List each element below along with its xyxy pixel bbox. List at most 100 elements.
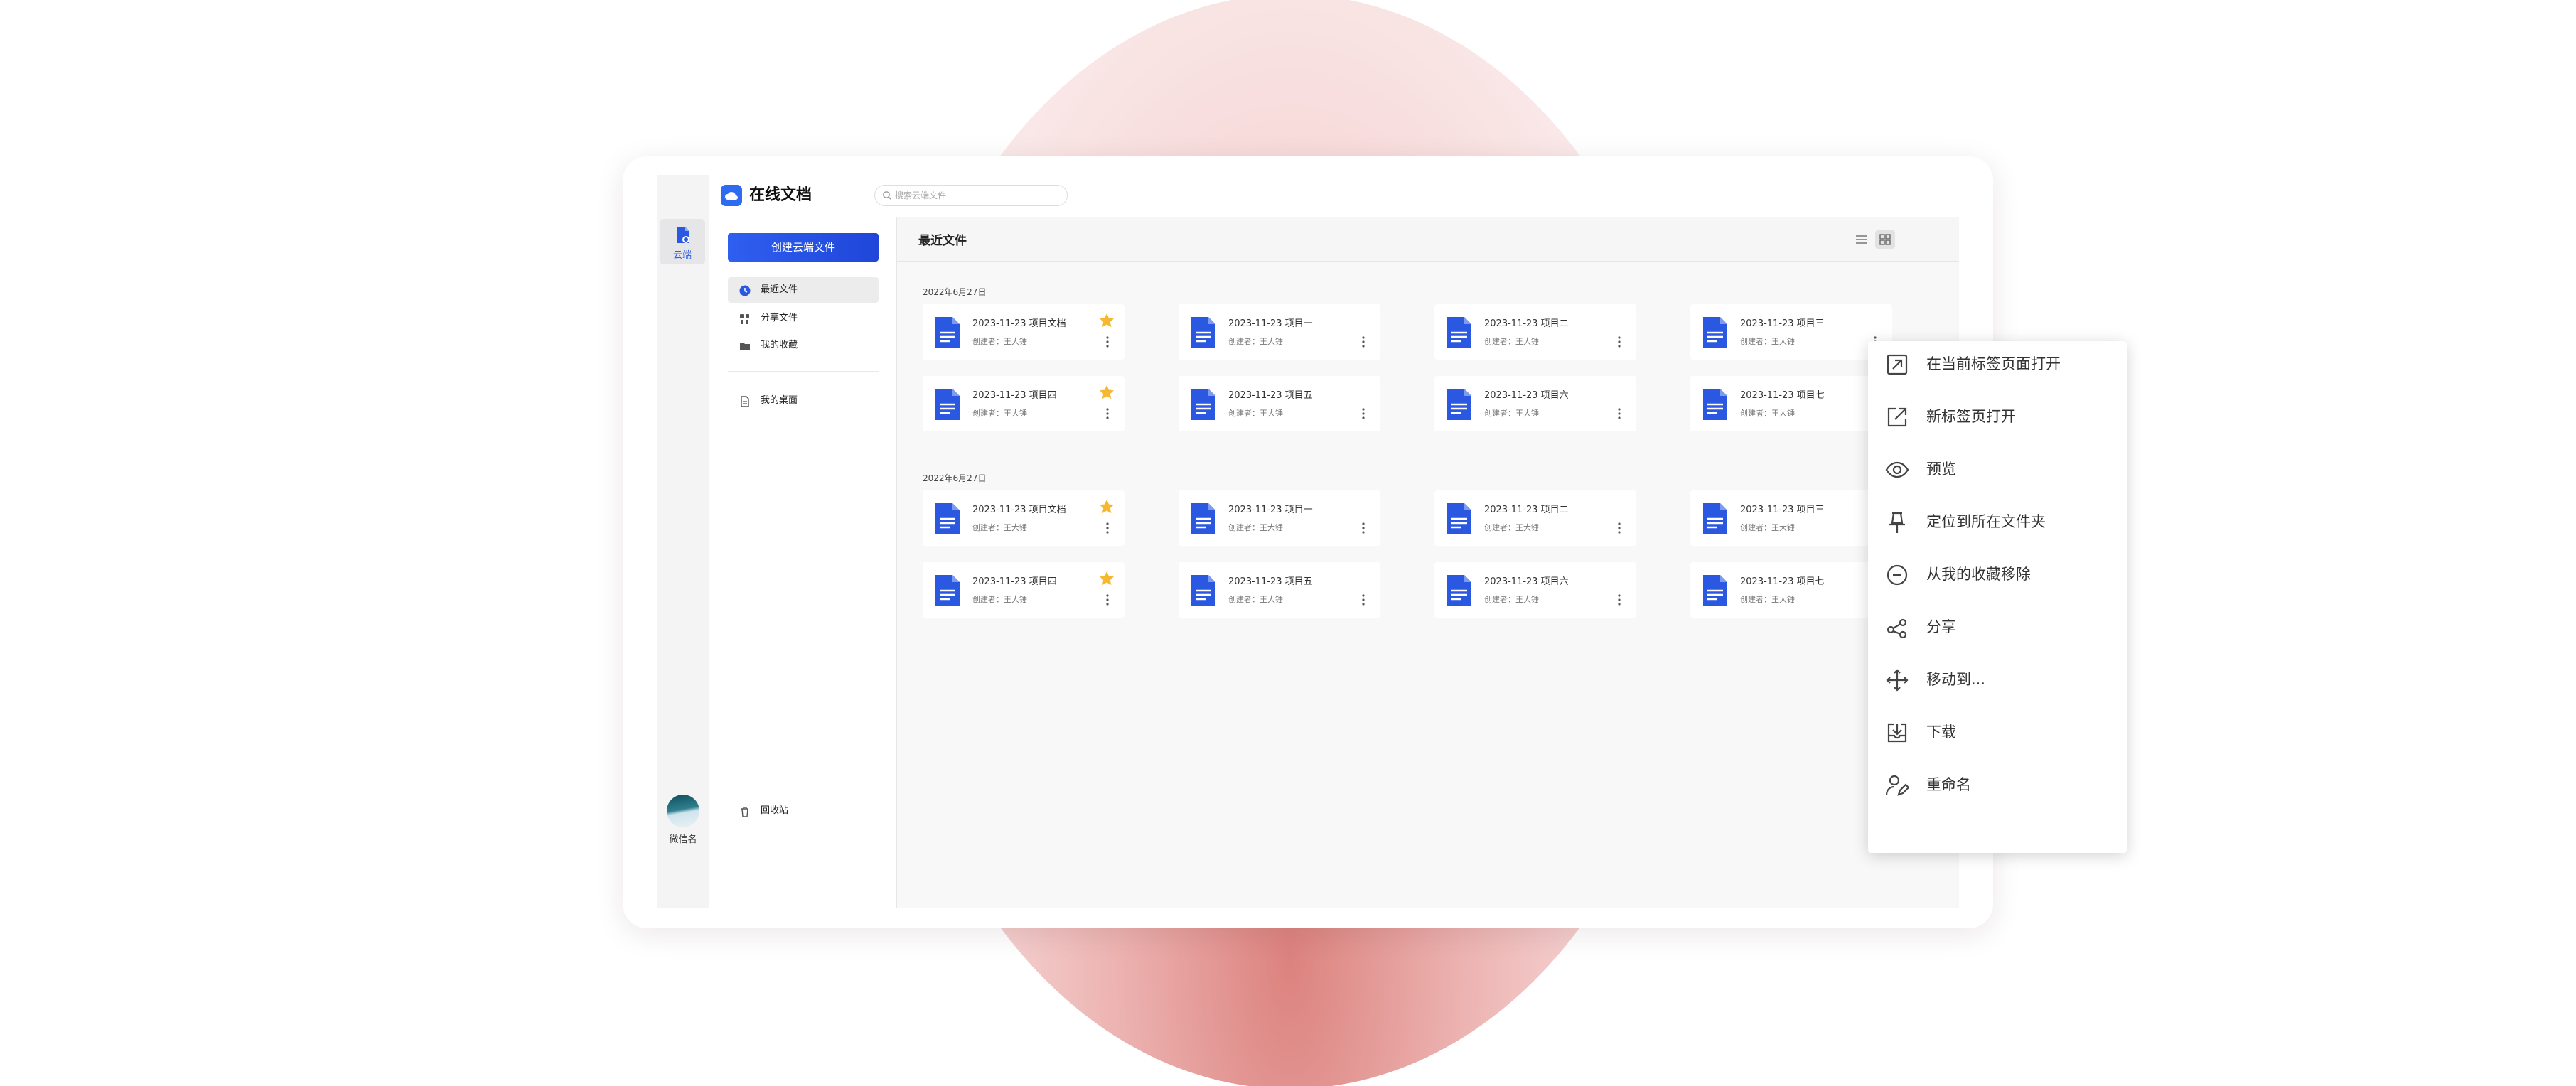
document-icon — [1191, 389, 1215, 420]
file-card[interactable]: 2023-11-23 项目文档 创建者：王大锤 — [923, 490, 1125, 546]
sidebar-item-label: 最近文件 — [761, 284, 798, 295]
file-owner: 创建者：王大锤 — [1228, 409, 1283, 418]
menu-item-preview[interactable]: 预览 — [1868, 446, 2127, 492]
app-title: 在线文档 — [749, 186, 812, 204]
more-options-icon[interactable] — [1616, 522, 1622, 534]
file-card[interactable]: 2023-11-23 项目三 创建者：王大锤 — [1690, 304, 1892, 360]
menu-item-open-new-tab[interactable]: 新标签页打开 — [1868, 394, 2127, 439]
sidebar-item-desktop[interactable]: 我的桌面 — [728, 388, 879, 414]
file-card[interactable]: 2023-11-23 项目文档 创建者：王大锤 — [923, 304, 1125, 360]
star-icon[interactable] — [1099, 313, 1115, 328]
file-card[interactable]: 2023-11-23 项目二 创建者：王大锤 — [1434, 490, 1636, 546]
sidebar-item-label: 我的桌面 — [761, 395, 798, 406]
file-name: 2023-11-23 项目四 — [972, 576, 1057, 587]
file-owner: 创建者：王大锤 — [972, 337, 1027, 346]
document-icon — [1703, 575, 1727, 606]
file-card[interactable]: 2023-11-23 项目四 创建者：王大锤 — [923, 376, 1125, 431]
file-name: 2023-11-23 项目三 — [1740, 318, 1825, 329]
document-icon — [1703, 317, 1727, 348]
menu-item-download[interactable]: 下载 — [1868, 709, 2127, 755]
file-card[interactable]: 2023-11-23 项目一 创建者：王大锤 — [1179, 304, 1380, 360]
file-owner: 创建者：王大锤 — [972, 523, 1027, 532]
sidebar-item-recent[interactable]: 最近文件 — [728, 277, 879, 303]
sidebar-item-favorites[interactable]: 我的收藏 — [728, 333, 879, 358]
document-icon — [1447, 503, 1471, 534]
search-input[interactable] — [895, 188, 1058, 203]
menu-item-label: 下载 — [1926, 724, 1956, 741]
document-icon — [1191, 317, 1215, 348]
sidebar-item-shared[interactable]: 分享文件 — [728, 306, 879, 331]
file-name: 2023-11-23 项目七 — [1740, 576, 1825, 587]
file-card[interactable]: 2023-11-23 项目七 创建者：王大锤 — [1690, 562, 1892, 618]
file-name: 2023-11-23 项目一 — [1228, 318, 1313, 329]
star-icon[interactable] — [1099, 499, 1115, 515]
file-name: 2023-11-23 项目文档 — [972, 318, 1066, 329]
people-icon — [740, 314, 749, 324]
file-owner: 创建者：王大锤 — [1484, 595, 1539, 604]
rail-nav-cloud[interactable]: 云端 — [660, 219, 705, 264]
more-options-icon[interactable] — [1105, 407, 1110, 420]
menu-item-remove-favorite[interactable]: 从我的收藏移除 — [1868, 552, 2127, 597]
sidebar-item-label: 分享文件 — [761, 313, 798, 323]
menu-item-label: 分享 — [1926, 618, 1956, 635]
more-options-icon[interactable] — [1616, 593, 1622, 606]
file-card[interactable]: 2023-11-23 项目七 创建者：王大锤 — [1690, 376, 1892, 431]
grid-view-button[interactable] — [1875, 230, 1895, 249]
file-card[interactable]: 2023-11-23 项目二 创建者：王大锤 — [1434, 304, 1636, 360]
top-bar: 在线文档 — [709, 175, 1959, 217]
menu-item-locate-folder[interactable]: 定位到所在文件夹 — [1868, 499, 2127, 544]
more-options-icon[interactable] — [1616, 407, 1622, 420]
pin-icon — [1889, 512, 1905, 533]
star-icon[interactable] — [1099, 571, 1115, 586]
trash-icon — [741, 807, 748, 817]
file-owner: 创建者：王大锤 — [972, 595, 1027, 604]
file-owner: 创建者：王大锤 — [1228, 337, 1283, 346]
sidebar-item-trash[interactable]: 回收站 — [728, 798, 879, 824]
menu-item-rename[interactable]: 重命名 — [1868, 762, 2127, 807]
file-card[interactable]: 2023-11-23 项目六 创建者：王大锤 — [1434, 562, 1636, 618]
avatar[interactable] — [667, 795, 699, 827]
file-name: 2023-11-23 项目六 — [1484, 576, 1569, 587]
file-card[interactable]: 2023-11-23 项目五 创建者：王大锤 — [1179, 562, 1380, 618]
trash-label: 回收站 — [761, 805, 789, 816]
user-name: 微信名 — [669, 834, 697, 845]
menu-item-label: 重命名 — [1926, 776, 1971, 793]
star-icon[interactable] — [1099, 385, 1115, 400]
file-name: 2023-11-23 项目四 — [972, 390, 1057, 401]
share-icon — [1887, 618, 1907, 639]
file-owner: 创建者：王大锤 — [1484, 337, 1539, 346]
file-card[interactable]: 2023-11-23 项目四 创建者：王大锤 — [923, 562, 1125, 618]
list-view-icon[interactable] — [1854, 232, 1869, 247]
menu-item-share[interactable]: 分享 — [1868, 604, 2127, 650]
rename-icon — [1885, 775, 1909, 796]
more-options-icon[interactable] — [1616, 335, 1622, 348]
menu-item-move-to[interactable]: 移动到... — [1868, 657, 2127, 702]
eye-icon — [1885, 461, 1909, 478]
menu-item-open-current-tab[interactable]: 在当前标签页面打开 — [1868, 341, 2127, 387]
create-cloud-file-button[interactable]: 创建云端文件 — [728, 233, 879, 262]
file-card[interactable]: 2023-11-23 项目一 创建者：王大锤 — [1179, 490, 1380, 546]
file-card[interactable]: 2023-11-23 项目三 创建者：王大锤 — [1690, 490, 1892, 546]
more-options-icon[interactable] — [1105, 335, 1110, 348]
grid-view-icon — [1879, 234, 1891, 245]
logo-icon — [721, 185, 742, 206]
sidebar-divider — [728, 371, 879, 372]
more-options-icon[interactable] — [1105, 522, 1110, 534]
menu-item-label: 定位到所在文件夹 — [1926, 513, 2046, 530]
file-owner: 创建者：王大锤 — [1740, 337, 1795, 346]
search-box[interactable] — [874, 185, 1068, 206]
new-tab-icon — [1887, 407, 1907, 427]
document-icon — [1447, 317, 1471, 348]
left-rail: 云端 微信名 — [657, 175, 709, 908]
file-card[interactable]: 2023-11-23 项目六 创建者：王大锤 — [1434, 376, 1636, 431]
sidebar: 创建云端文件 最近文件 分享文件 我的收藏 我的桌面 回收站 — [709, 217, 897, 908]
menu-item-label: 在当前标签页面打开 — [1926, 355, 2061, 372]
more-options-icon[interactable] — [1361, 522, 1366, 534]
more-options-icon[interactable] — [1361, 407, 1366, 420]
file-card[interactable]: 2023-11-23 项目五 创建者：王大锤 — [1179, 376, 1380, 431]
more-options-icon[interactable] — [1361, 593, 1366, 606]
file-owner: 创建者：王大锤 — [1228, 595, 1283, 604]
more-options-icon[interactable] — [1105, 593, 1110, 606]
device-frame: 云端 微信名 在线文档 创建云端文件 — [623, 156, 1993, 928]
more-options-icon[interactable] — [1361, 335, 1366, 348]
